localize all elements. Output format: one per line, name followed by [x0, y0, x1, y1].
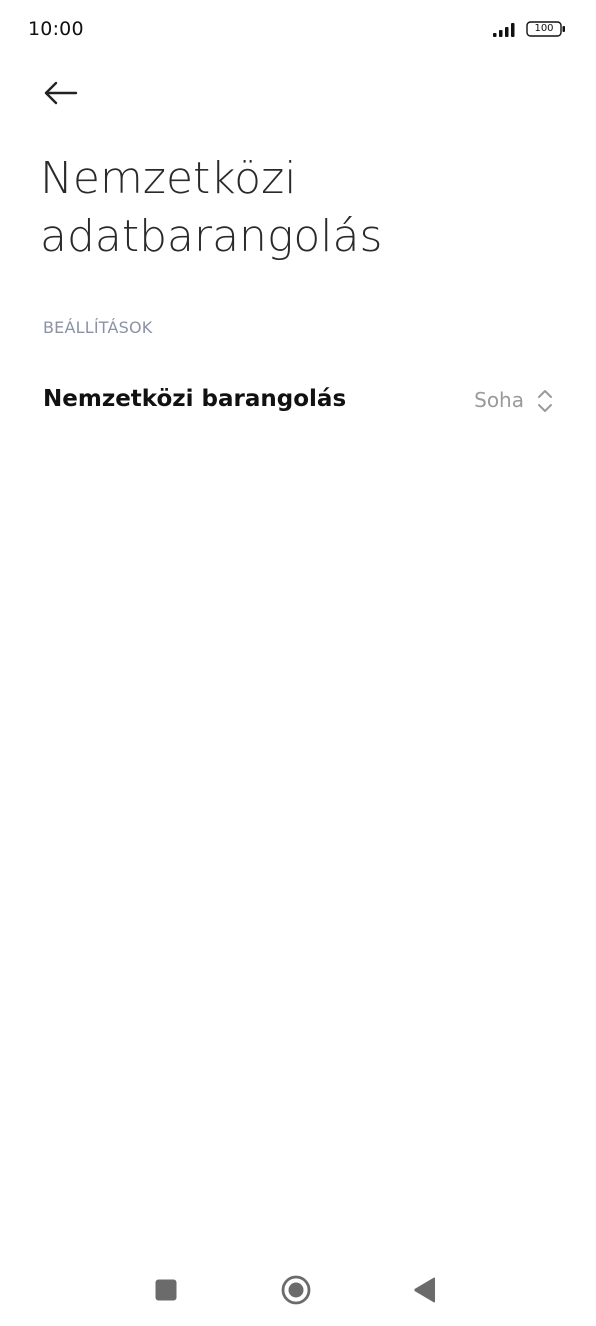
setting-label: Nemzetközi barangolás: [43, 386, 347, 412]
square-icon: [155, 1279, 177, 1301]
nav-back-button[interactable]: [408, 1274, 442, 1306]
page-title: Nemzetközi adatbarangolás: [40, 150, 560, 266]
circle-icon: [281, 1275, 311, 1305]
nav-home-button[interactable]: [278, 1272, 314, 1308]
status-time: 10:00: [28, 18, 84, 40]
page-title-line-1: Nemzetközi: [40, 153, 297, 204]
nav-recents-button[interactable]: [150, 1274, 182, 1306]
page-title-line-2: adatbarangolás: [40, 211, 383, 262]
triangle-left-icon: [414, 1277, 435, 1303]
arrow-left-icon: [44, 81, 78, 105]
battery-level: 100: [534, 23, 554, 34]
chevron-up-down-icon: [538, 390, 552, 412]
back-button[interactable]: [36, 70, 86, 116]
signal-bars-icon: [493, 23, 515, 37]
setting-row-international-roaming[interactable]: Nemzetközi barangolás Soha: [0, 364, 596, 438]
status-bar: 10:00 100: [0, 0, 596, 60]
setting-value: Soha: [474, 388, 524, 412]
navigation-bar: [0, 1250, 596, 1326]
section-header: BEÁLLÍTÁSOK: [43, 318, 153, 337]
screen: 10:00 100 Nemzetközi adatbarangolás BEÁL…: [0, 0, 596, 1326]
